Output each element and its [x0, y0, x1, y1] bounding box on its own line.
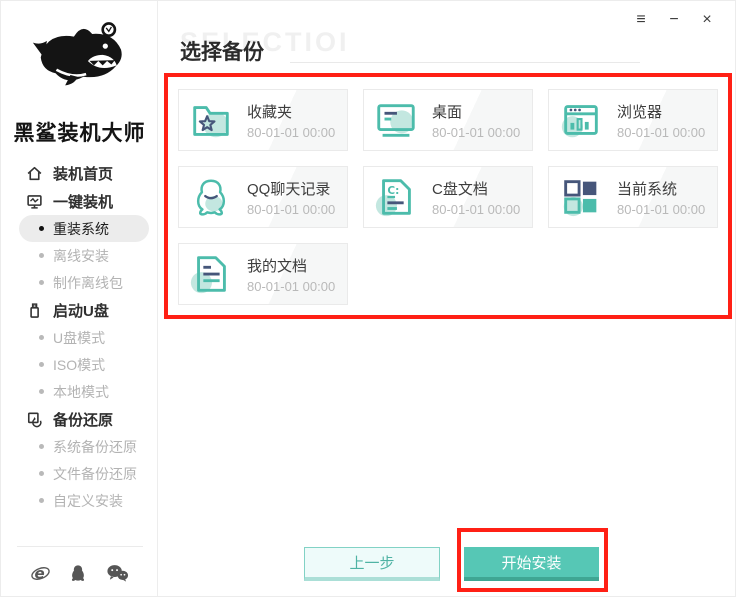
sidebar-item-system-backup-restore[interactable]: 系统备份还原	[19, 433, 149, 460]
start-install-button[interactable]: 开始安装	[464, 547, 599, 581]
browser-icon	[561, 105, 598, 138]
sidebar-item-offline-install[interactable]: 离线安装	[19, 242, 149, 269]
card-date: 80-01-01 00:00	[432, 124, 521, 140]
sidebar-item-label: 文件备份还原	[53, 465, 137, 482]
app-window: 黑鲨装机大师 装机首页 一键装机 重装系统 离线安装 制作离线包 启动U盘 U盘…	[0, 0, 736, 597]
card-date: 80-01-01 00:00	[247, 124, 336, 140]
card-desktop[interactable]: 桌面 80-01-01 00:00	[363, 89, 533, 151]
sidebar-menu: 装机首页 一键装机 重装系统 离线安装 制作离线包 启动U盘 U盘模式 ISO模…	[1, 159, 158, 514]
qq-icon[interactable]	[69, 563, 87, 583]
card-date: 80-01-01 00:00	[617, 124, 706, 140]
sidebar-item-label: 自定义安装	[53, 492, 123, 509]
ie-browser-icon[interactable]: e	[30, 563, 51, 583]
card-title: 收藏夹	[247, 103, 293, 121]
home-icon	[27, 166, 42, 180]
c-drive-document-icon: C:	[375, 179, 411, 217]
sidebar-item-file-backup-restore[interactable]: 文件备份还原	[19, 460, 149, 487]
card-date: 80-01-01 00:00	[247, 278, 336, 294]
sidebar-item-boot-usb[interactable]: 启动U盘	[1, 296, 158, 324]
minimize-button[interactable]: −	[664, 9, 684, 31]
bullet-icon	[39, 280, 44, 285]
my-documents-icon	[190, 256, 226, 294]
app-name: 黑鲨装机大师	[13, 122, 146, 145]
sidebar-item-one-click-install[interactable]: 一键装机	[1, 187, 158, 215]
sidebar-item-local-mode[interactable]: 本地模式	[19, 378, 149, 405]
sidebar-item-label: 系统备份还原	[53, 438, 137, 455]
back-button[interactable]: 上一步	[304, 547, 440, 581]
desktop-icon	[377, 104, 415, 137]
card-title: QQ聊天记录	[247, 180, 331, 198]
sidebar-footer-divider	[17, 546, 143, 547]
page-title: 选择备份	[180, 41, 264, 64]
sidebar: 黑鲨装机大师 装机首页 一键装机 重装系统 离线安装 制作离线包 启动U盘 U盘…	[1, 1, 158, 596]
app-logo	[1, 17, 158, 110]
usb-drive-icon	[30, 302, 39, 318]
sidebar-item-custom-install[interactable]: 自定义安装	[19, 487, 149, 514]
sidebar-item-label: 离线安装	[53, 247, 109, 264]
card-favorites[interactable]: 收藏夹 80-01-01 00:00	[178, 89, 348, 151]
backup-restore-icon	[27, 412, 42, 427]
sidebar-item-label: 备份还原	[53, 411, 114, 429]
sidebar-item-home[interactable]: 装机首页	[1, 159, 158, 187]
card-date: 80-01-01 00:00	[247, 201, 336, 217]
menu-button[interactable]: ≡	[631, 9, 651, 31]
card-c-drive-docs[interactable]: C: C盘文档 80-01-01 00:00	[363, 166, 533, 228]
card-my-documents[interactable]: 我的文档 80-01-01 00:00	[178, 243, 348, 305]
sidebar-item-backup-restore[interactable]: 备份还原	[1, 405, 158, 433]
bullet-icon	[39, 362, 44, 367]
card-date: 80-01-01 00:00	[617, 201, 706, 217]
bullet-icon	[39, 226, 44, 231]
monitor-icon	[27, 194, 42, 209]
sidebar-item-label: 重装系统	[53, 220, 109, 237]
sidebar-item-reinstall-system[interactable]: 重装系统	[19, 215, 149, 242]
sidebar-footer: e	[1, 548, 158, 596]
sidebar-item-usb-mode[interactable]: U盘模式	[19, 324, 149, 351]
card-date: 80-01-01 00:00	[432, 201, 521, 217]
wechat-icon[interactable]	[106, 563, 129, 583]
card-title: C盘文档	[432, 180, 488, 198]
card-browser[interactable]: 浏览器 80-01-01 00:00	[548, 89, 718, 151]
sidebar-item-label: 一键装机	[53, 193, 114, 211]
current-system-icon	[563, 180, 597, 217]
sidebar-item-label: 装机首页	[53, 165, 114, 183]
card-current-system[interactable]: 当前系统 80-01-01 00:00	[548, 166, 718, 228]
qq-chat-icon	[196, 179, 226, 216]
sidebar-item-label: ISO模式	[53, 356, 106, 373]
close-button[interactable]: ×	[697, 9, 717, 31]
c-drive-label: C:	[387, 185, 399, 197]
card-title: 桌面	[432, 103, 463, 121]
sidebar-item-iso-mode[interactable]: ISO模式	[19, 351, 149, 378]
card-title: 浏览器	[617, 103, 663, 121]
bullet-icon	[39, 498, 44, 503]
sidebar-item-label: 启动U盘	[53, 302, 109, 320]
shark-logo-icon	[32, 22, 122, 86]
card-title: 我的文档	[247, 257, 308, 275]
bullet-icon	[39, 471, 44, 476]
favorites-folder-icon	[193, 106, 229, 138]
sidebar-item-label: U盘模式	[53, 329, 106, 346]
card-qq-chat[interactable]: QQ聊天记录 80-01-01 00:00	[178, 166, 348, 228]
sidebar-item-label: 本地模式	[53, 383, 109, 400]
sidebar-item-label: 制作离线包	[53, 274, 123, 291]
window-controls: ≡ − ×	[631, 9, 717, 31]
backup-cards-grid: 收藏夹 80-01-01 00:00 桌面 80-01-01 00:00 浏览器…	[178, 89, 718, 305]
bullet-icon	[39, 444, 44, 449]
bullet-icon	[39, 253, 44, 258]
sidebar-item-make-offline-package[interactable]: 制作离线包	[19, 269, 149, 296]
bullet-icon	[39, 389, 44, 394]
card-title: 当前系统	[617, 180, 678, 198]
title-underline	[290, 62, 640, 63]
bullet-icon	[39, 335, 44, 340]
